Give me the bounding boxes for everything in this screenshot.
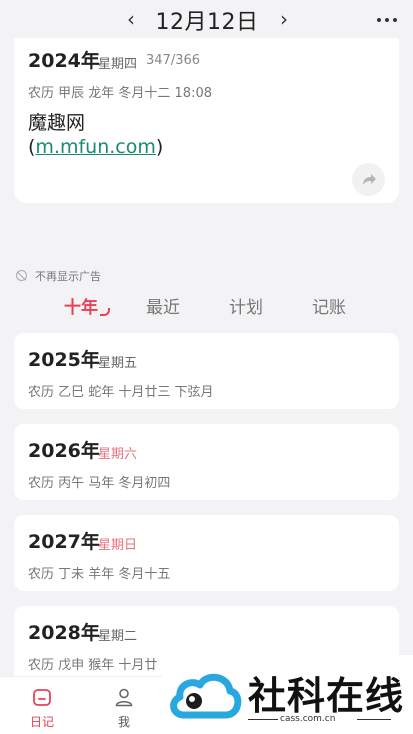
year-title: 2027年 [28, 531, 100, 553]
ad-link[interactable]: m.mfun.com [35, 136, 155, 158]
watermark-title: 社科在线 [248, 674, 405, 718]
tab-ten-years[interactable]: 十年 [64, 293, 98, 318]
watermark: 社科在线 cass.com.cn [162, 655, 413, 734]
cloud-logo-icon [170, 673, 242, 719]
year-weekday: 星期五 [98, 356, 138, 371]
year-title: 2026年 [28, 440, 100, 462]
ad-link-line: (m.mfun.com) [28, 136, 163, 158]
today-card: 2024年 星期四 347/366 农历 甲辰 龙年 冬月十二 18:08 魔趣… [14, 38, 399, 203]
chevron-right-icon[interactable]: › [274, 8, 294, 30]
year-weekday: 星期日 [98, 538, 138, 553]
year-lunar-date: 农历 丙午 马年 冬月初四 [28, 476, 171, 491]
share-button[interactable] [352, 163, 385, 196]
watermark-subtitle: cass.com.cn [280, 714, 336, 724]
today-lunar-date: 农历 甲辰 龙年 冬月十二 18:08 [28, 86, 212, 101]
tab-plan[interactable]: 计划 [229, 293, 263, 318]
watermark-line-left [248, 719, 278, 720]
nav-me[interactable]: 我 [94, 677, 154, 734]
year-lunar-date: 农历 戊申 猴年 十月廿 [28, 658, 158, 673]
person-icon [115, 688, 133, 707]
year-lunar-date: 农历 丁未 羊年 冬月十五 [28, 567, 171, 582]
year-title: 2028年 [28, 622, 100, 644]
prohibit-icon [16, 270, 27, 281]
tab-active-indicator [100, 308, 110, 316]
tab-accounting[interactable]: 记账 [312, 293, 346, 318]
calendar-home-icon [33, 689, 51, 706]
today-year: 2024年 [28, 50, 100, 72]
tab-recent[interactable]: 最近 [146, 293, 180, 318]
share-icon [363, 174, 376, 185]
year-card-2027[interactable]: 2027年 星期日 农历 丁未 羊年 冬月十五 [14, 515, 399, 591]
year-lunar-date: 农历 乙巳 蛇年 十月廿三 下弦月 [28, 385, 214, 400]
today-weekday: 星期四 [98, 57, 138, 72]
year-weekday: 星期二 [98, 629, 138, 644]
watermark-line-right [357, 719, 391, 720]
year-weekday: 星期六 [98, 447, 138, 462]
year-card-2025[interactable]: 2025年 星期五 农历 乙巳 蛇年 十月廿三 下弦月 [14, 333, 399, 409]
chevron-left-icon[interactable]: ‹ [121, 8, 141, 30]
nav-diary-label: 日记 [29, 715, 54, 729]
day-of-year: 347/366 [146, 53, 201, 68]
year-title: 2025年 [28, 349, 100, 371]
ad-title: 魔趣网 [28, 112, 86, 134]
no-ad-label: 不再显示广告 [35, 270, 101, 283]
year-card-2026[interactable]: 2026年 星期六 农历 丙午 马年 冬月初四 [14, 424, 399, 500]
nav-me-label: 我 [117, 715, 130, 729]
ad-link-close: ) [155, 136, 164, 158]
more-dots-icon[interactable] [375, 8, 401, 30]
top-bar: ‹ 12月12日 › [0, 0, 413, 38]
nav-diary[interactable]: 日记 [12, 677, 72, 734]
date-title[interactable]: 12月12日 [152, 4, 262, 36]
